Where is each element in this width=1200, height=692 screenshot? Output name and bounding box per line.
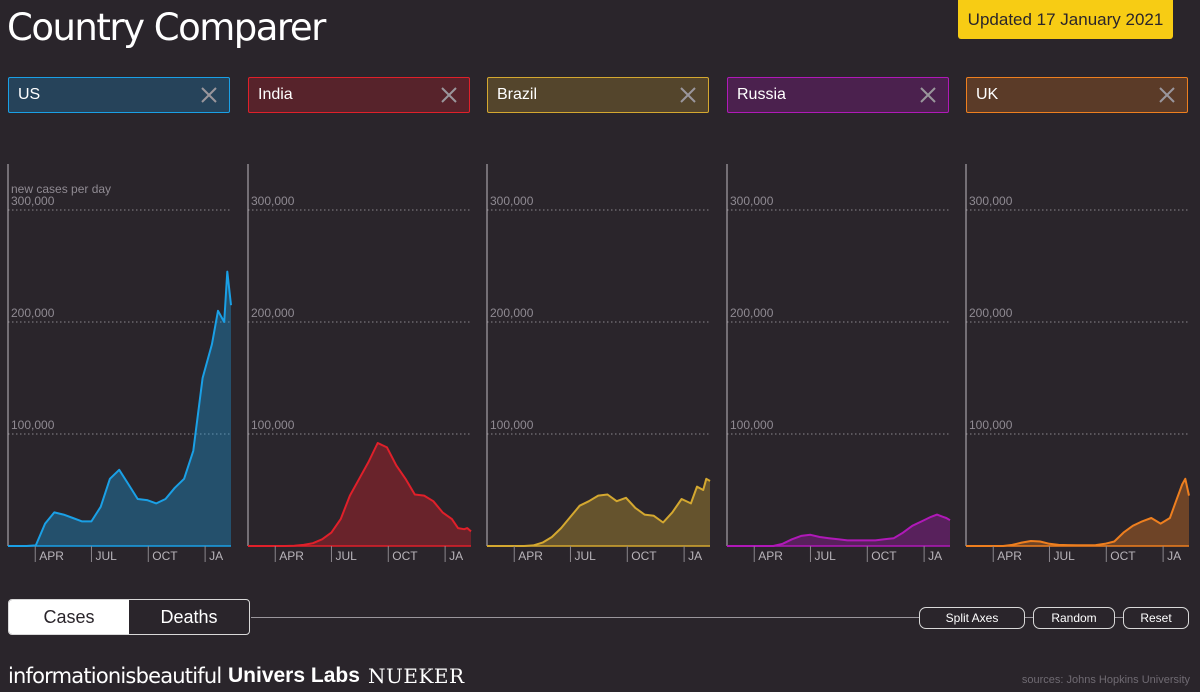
deaths-button[interactable]: Deaths [129, 600, 249, 634]
country-chip-label: India [258, 86, 293, 103]
x-tick-label: APR [279, 549, 304, 563]
app-title: Country Comparer [7, 6, 326, 49]
y-tick-label: 200,000 [490, 306, 534, 320]
y-axis-label: new cases per day [11, 182, 111, 196]
y-tick-label: 200,000 [251, 306, 295, 320]
x-tick-label: JUL [95, 549, 117, 563]
x-tick-label: OCT [392, 549, 418, 563]
country-chip-label: UK [976, 86, 999, 103]
country-chip-label: Russia [737, 86, 786, 103]
x-tick-label: JUL [574, 549, 596, 563]
country-chip-label: Brazil [497, 86, 538, 103]
charts-area: 100,000200,000300,000new cases per dayAP… [7, 164, 1190, 563]
random-button[interactable]: Random [1033, 607, 1115, 629]
chart-panel-russia: 100,000 200,000 300,000 APR JUL OCT JA [726, 164, 951, 563]
x-tick-label: OCT [631, 549, 657, 563]
sources-note: sources: Johns Hopkins University [1021, 674, 1190, 686]
y-tick-label: 200,000 [730, 306, 774, 320]
reset-button[interactable]: Reset [1123, 607, 1189, 629]
country-chip-uk[interactable]: UK [966, 77, 1188, 113]
close-icon[interactable] [195, 81, 223, 109]
x-tick-label: JUL [1053, 549, 1075, 563]
x-tick-label: JA [688, 549, 702, 563]
x-tick-label: APR [997, 549, 1022, 563]
y-tick-label: 100,000 [730, 418, 774, 432]
metric-toggle: Cases Deaths [8, 599, 250, 635]
country-chip-us[interactable]: US [8, 77, 230, 113]
x-tick-label: OCT [871, 549, 897, 563]
y-tick-label: 100,000 [490, 418, 534, 432]
chart-panel-india: 100,000 200,000 300,000 APR JUL OCT JA [247, 164, 472, 563]
y-tick-label: 300,000 [969, 194, 1013, 208]
y-tick-label: 300,000 [490, 194, 534, 208]
series-area-uk [966, 478, 1189, 546]
nueker-logo[interactable]: NUEKER [368, 664, 465, 688]
y-tick-label: 100,000 [969, 418, 1013, 432]
x-tick-label: OCT [152, 549, 178, 563]
series-area-russia [727, 514, 950, 546]
univers-labs-logo[interactable]: Univers Labs [228, 664, 360, 688]
series-area-india [248, 443, 471, 546]
x-tick-label: OCT [1110, 549, 1136, 563]
country-chip-label: US [18, 86, 41, 103]
chart-panel-brazil: 100,000 200,000 300,000 APR JUL OCT JA [486, 164, 711, 563]
chart-panel-us: 100,000 200,000 300,000new cases per day AP… [7, 164, 232, 563]
y-tick-label: 200,000 [969, 306, 1013, 320]
y-tick-label: 300,000 [730, 194, 774, 208]
chart-panel-uk: 100,000 200,000 300,000 APR JUL OCT JA [965, 164, 1190, 563]
close-icon[interactable] [914, 81, 942, 109]
x-tick-label: JUL [814, 549, 836, 563]
x-tick-label: JA [1167, 549, 1181, 563]
x-tick-label: JUL [335, 549, 357, 563]
split-axes-button[interactable]: Split Axes [919, 607, 1025, 629]
informationisbeautiful-logo[interactable]: informationisbeautiful [8, 664, 222, 688]
x-tick-label: JA [209, 549, 223, 563]
y-tick-label: 100,000 [251, 418, 295, 432]
y-tick-label: 300,000 [251, 194, 295, 208]
x-tick-label: JA [449, 549, 463, 563]
x-tick-label: APR [39, 549, 64, 563]
close-icon[interactable] [435, 81, 463, 109]
country-chip-india[interactable]: India [248, 77, 470, 113]
series-area-brazil [487, 478, 710, 546]
updated-badge: Updated 17 January 2021 [958, 0, 1173, 39]
x-tick-label: APR [758, 549, 783, 563]
x-tick-label: APR [518, 549, 543, 563]
y-tick-label: 100,000 [11, 418, 55, 432]
country-chip-brazil[interactable]: Brazil [487, 77, 709, 113]
y-tick-label: 300,000 [11, 194, 55, 208]
cases-button[interactable]: Cases [9, 600, 129, 634]
y-tick-label: 200,000 [11, 306, 55, 320]
close-icon[interactable] [674, 81, 702, 109]
close-icon[interactable] [1153, 81, 1181, 109]
x-tick-label: JA [928, 549, 942, 563]
controls-divider-line [251, 617, 919, 618]
country-chip-russia[interactable]: Russia [727, 77, 949, 113]
